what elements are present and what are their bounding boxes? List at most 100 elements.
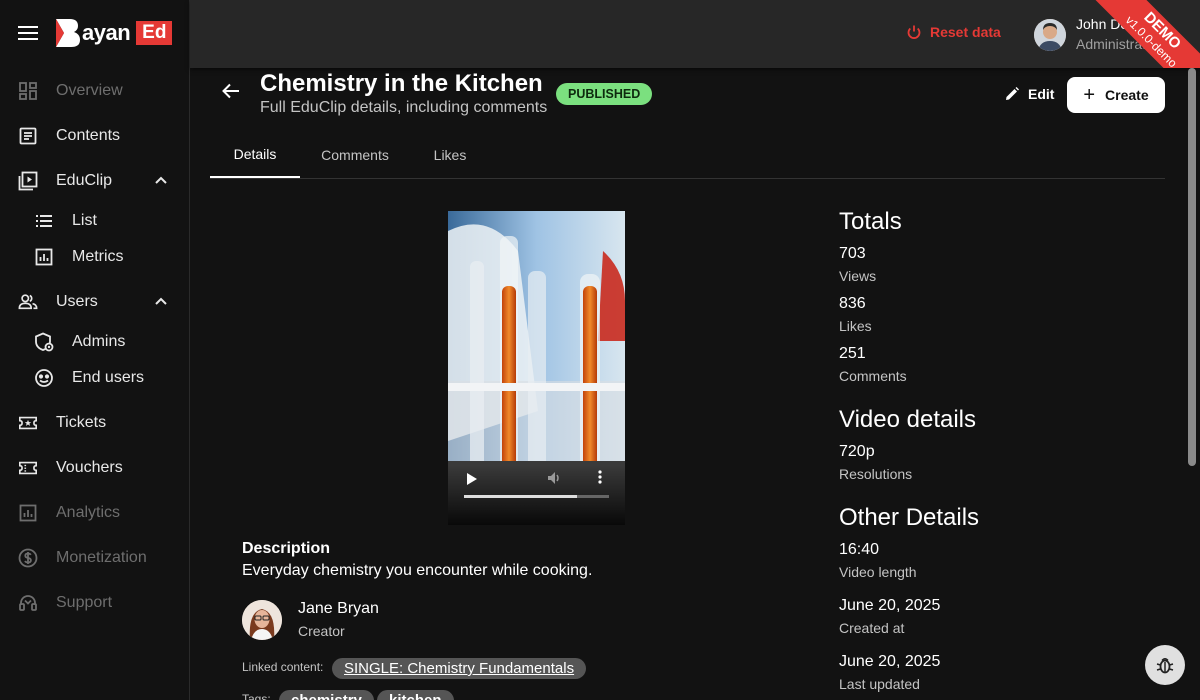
article-icon [18, 126, 38, 146]
comments-value: 251 [839, 345, 866, 362]
bug-report-button[interactable] [1145, 645, 1185, 685]
creator-role: Creator [298, 623, 345, 639]
sidebar-item-support[interactable]: Support [0, 580, 189, 625]
chevron-up-icon[interactable] [153, 172, 169, 188]
logo[interactable]: ayan Ed [56, 19, 173, 47]
tab-comments[interactable]: Comments [300, 132, 410, 178]
likes-value: 836 [839, 295, 866, 312]
face-icon [34, 368, 54, 388]
more-vert-icon[interactable] [598, 470, 602, 484]
views-label: Views [839, 268, 877, 284]
pencil-icon [1006, 87, 1019, 100]
sidebar-item-label: Overview [56, 81, 123, 99]
ticket-icon [18, 413, 38, 433]
sidebar-subitem-label: List [72, 212, 97, 229]
people-icon [18, 292, 38, 312]
sidebar-item-educlip[interactable]: EduClip [0, 158, 189, 203]
sidebar-item-tickets[interactable]: Tickets [0, 400, 189, 445]
sidebar-subitem-admins[interactable]: Admins [0, 324, 189, 360]
bar-chart-icon [34, 247, 54, 267]
user-avatar [1034, 18, 1066, 51]
linked-content-label: Linked content: [242, 660, 324, 674]
reset-data-label: Reset data [930, 24, 1001, 40]
video-player[interactable] [448, 211, 625, 525]
arrow-back-icon[interactable] [220, 80, 242, 102]
created-at-label: Created at [839, 620, 905, 636]
logo-b-icon [56, 19, 80, 47]
sidebar-subitem-metrics[interactable]: Metrics [0, 239, 189, 275]
page-title: Chemistry in the Kitchen [260, 70, 543, 97]
video-library-icon [18, 171, 38, 191]
logo-ed-badge: Ed [136, 21, 173, 45]
brand-bar: ayan Ed [0, 0, 189, 66]
sidebar-subitem-list[interactable]: List [0, 203, 189, 239]
plus-icon: + [1083, 83, 1096, 106]
menu-icon[interactable] [18, 26, 38, 40]
logo-word: ayan [82, 20, 131, 45]
sidebar-item-label: Users [56, 292, 98, 310]
create-button[interactable]: + Create [1067, 77, 1165, 113]
reset-data-button[interactable]: Reset data [906, 24, 1001, 40]
dashboard-icon [18, 81, 38, 101]
sidebar-item-label: Support [56, 593, 113, 611]
tab-details[interactable]: Details [210, 132, 300, 178]
voucher-icon [18, 458, 38, 478]
sidebar-item-vouchers[interactable]: Vouchers [0, 445, 189, 490]
video-details-heading: Video details [839, 406, 976, 433]
sidebar-item-label: Vouchers [56, 458, 123, 476]
linked-content-chip[interactable]: SINGLE: Chemistry Fundamentals [332, 658, 587, 679]
sidebar-item-analytics[interactable]: Analytics [0, 490, 189, 535]
tab-bar: Details Comments Likes [210, 132, 1165, 179]
video-progress-bar[interactable] [464, 495, 609, 498]
chevron-up-icon[interactable] [153, 293, 169, 309]
last-updated-label: Last updated [839, 676, 920, 692]
top-app-bar: Reset data John Doe Administrator DEMO v… [190, 0, 1200, 68]
sidebar-item-label: Monetization [56, 548, 147, 566]
created-at-value: June 20, 2025 [839, 597, 941, 614]
play-icon[interactable] [466, 473, 478, 485]
views-value: 703 [839, 245, 866, 262]
video-controls [448, 465, 625, 525]
sidebar-item-label: Tickets [56, 413, 107, 431]
tag-chip[interactable]: chemistry [279, 690, 374, 700]
page-scrollbar[interactable] [1188, 68, 1196, 466]
headset-icon [18, 593, 38, 613]
video-progress-fill [464, 495, 578, 498]
status-badge: PUBLISHED [556, 83, 653, 105]
edit-button[interactable]: Edit [1004, 86, 1054, 102]
sidebar-item-label: Analytics [56, 503, 121, 521]
description-label: Description [242, 540, 331, 557]
sidebar-item-overview[interactable]: Overview [0, 68, 189, 113]
sidebar-item-monetization[interactable]: Monetization [0, 535, 189, 580]
sidebar-item-contents[interactable]: Contents [0, 113, 189, 158]
create-label: Create [1105, 87, 1149, 103]
tab-likes[interactable]: Likes [410, 132, 490, 178]
analytics-icon [18, 503, 38, 523]
bug-icon [1156, 658, 1174, 674]
description-text: Everyday chemistry you encounter while c… [242, 562, 593, 579]
other-details-heading: Other Details [839, 504, 980, 531]
tag-chip[interactable]: kitchen [377, 690, 454, 700]
list-icon [34, 211, 54, 231]
creator-avatar[interactable] [242, 600, 282, 640]
main-content: Chemistry in the Kitchen Full EduClip de… [190, 68, 1190, 700]
volume-icon[interactable] [546, 470, 562, 486]
sidebar-subitem-label: Metrics [72, 248, 124, 265]
video-length-label: Video length [839, 564, 917, 580]
sidebar-item-users[interactable]: Users [0, 279, 189, 324]
dollar-icon [18, 548, 38, 568]
tags-label: Tags: [242, 692, 271, 700]
last-updated-value: June 20, 2025 [839, 653, 941, 670]
sidebar-item-label: Contents [56, 126, 121, 144]
creator-name[interactable]: Jane Bryan [298, 600, 379, 618]
power-icon [907, 25, 921, 39]
admin-shield-icon [34, 332, 54, 352]
likes-label: Likes [839, 318, 872, 334]
comments-label: Comments [839, 368, 907, 384]
sidebar-subitem-label: End users [72, 369, 145, 386]
resolution-label: Resolutions [839, 466, 913, 482]
sidebar-subitem-end-users[interactable]: End users [0, 360, 189, 396]
video-length-value: 16:40 [839, 541, 880, 558]
sidebar-nav: Overview Contents EduClip List Metrics U… [0, 66, 189, 625]
totals-heading: Totals [839, 208, 902, 235]
